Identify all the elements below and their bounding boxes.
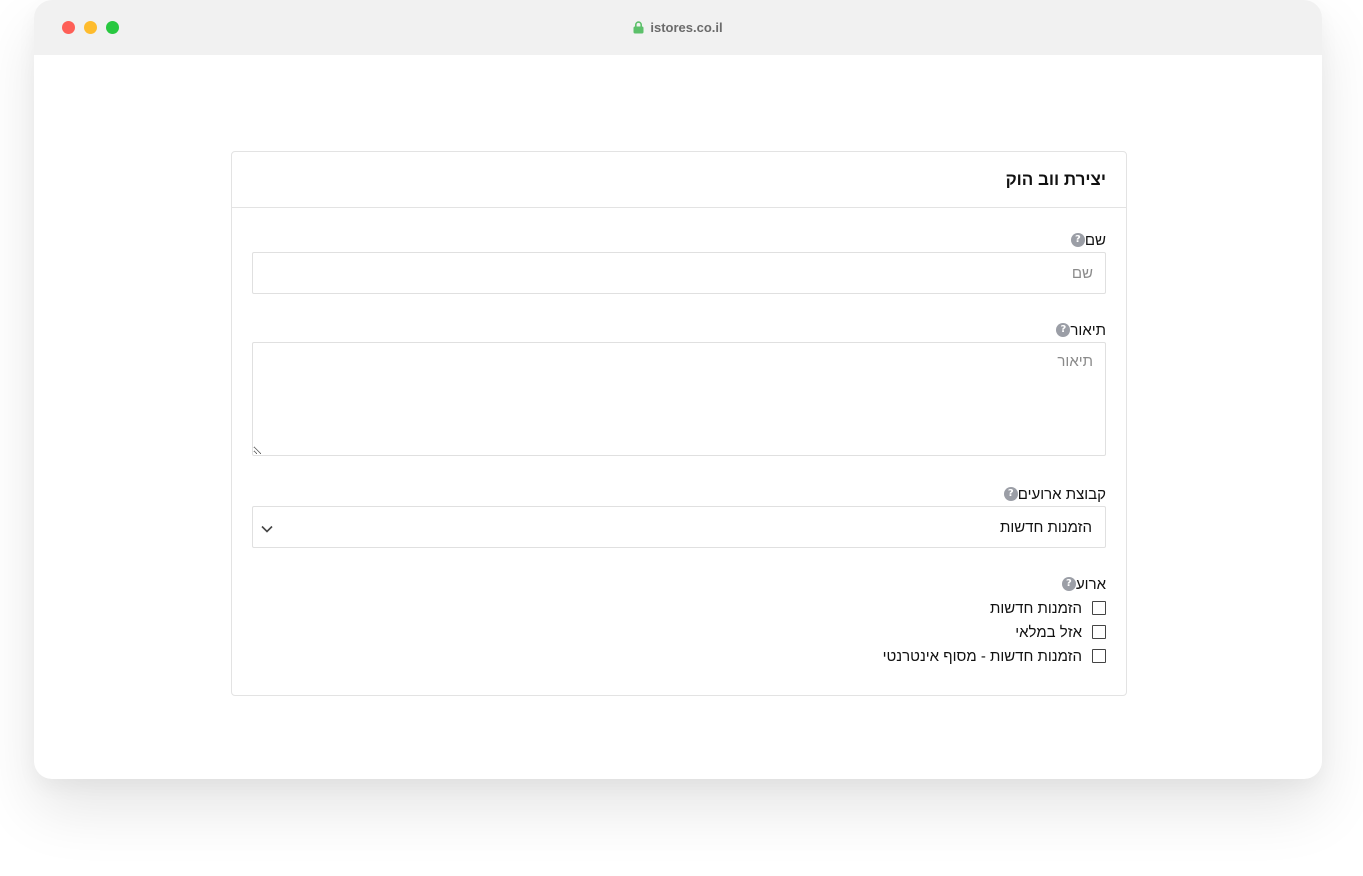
checkbox[interactable] [1092, 649, 1106, 663]
event-group-selected-value: הזמנות חדשות [999, 518, 1092, 536]
page-title: יצירת ווב הוק [1005, 169, 1106, 189]
card-header: יצירת ווב הוק [232, 152, 1126, 208]
help-icon[interactable]: ? [1061, 577, 1076, 591]
checkbox[interactable] [1092, 601, 1106, 615]
webhook-form-card: יצירת ווב הוק שם ? תיאור ? קבוצת ארועים [231, 151, 1127, 696]
event-option-new-orders-web-terminal[interactable]: הזמנות חדשות - מסוף אינטרנטי [252, 644, 1106, 668]
chevron-down-icon [261, 520, 273, 537]
description-label: תיאור [1070, 321, 1106, 339]
event-group-field-group: קבוצת ארועים ? הזמנות חדשות [252, 484, 1106, 548]
help-icon[interactable]: ? [1070, 233, 1085, 247]
checkbox-label: הזמנות חדשות [989, 599, 1082, 617]
name-label-row: שם ? [252, 230, 1106, 250]
help-icon[interactable]: ? [1003, 487, 1018, 501]
event-label: ארוע [1075, 575, 1106, 593]
help-icon[interactable]: ? [1056, 323, 1071, 337]
browser-titlebar: istores.co.il [34, 0, 1322, 55]
address-bar[interactable]: istores.co.il [34, 20, 1322, 37]
browser-window: istores.co.il יצירת ווב הוק שם ? תיאור ? [34, 0, 1322, 779]
checkbox[interactable] [1092, 625, 1106, 639]
url-text: istores.co.il [650, 20, 723, 35]
description-label-row: תיאור ? [252, 320, 1106, 340]
name-input[interactable] [252, 252, 1106, 294]
event-field-group: ארוע ? הזמנות חדשות אזל במלאי הזמנות חדש… [252, 574, 1106, 668]
description-textarea[interactable] [252, 342, 1106, 456]
event-option-out-of-stock[interactable]: אזל במלאי [252, 620, 1106, 644]
event-group-label-row: קבוצת ארועים ? [252, 484, 1106, 504]
event-group-select[interactable]: הזמנות חדשות [252, 506, 1106, 548]
checkbox-label: הזמנות חדשות - מסוף אינטרנטי [882, 647, 1082, 665]
name-field-group: שם ? [252, 230, 1106, 294]
description-field-group: תיאור ? [252, 320, 1106, 456]
event-option-new-orders[interactable]: הזמנות חדשות [252, 596, 1106, 620]
event-group-label: קבוצת ארועים [1017, 485, 1106, 503]
name-label: שם [1084, 231, 1106, 249]
card-body: שם ? תיאור ? קבוצת ארועים ? הזמנות חדש [232, 208, 1126, 668]
event-label-row: ארוע ? [252, 574, 1106, 594]
lock-icon [633, 21, 644, 37]
checkbox-label: אזל במלאי [1015, 623, 1082, 641]
